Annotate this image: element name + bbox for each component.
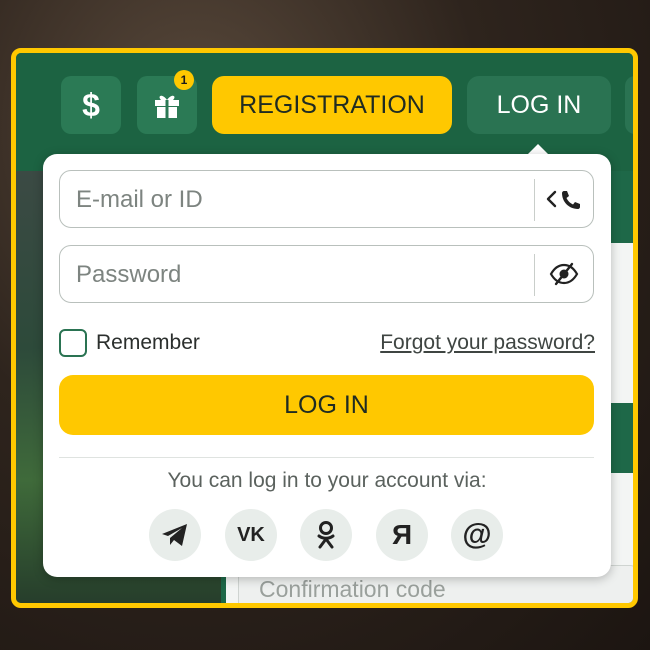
header-button-partial[interactable] — [625, 76, 633, 134]
login-header-button[interactable]: LOG IN — [467, 76, 611, 134]
forgot-password-link[interactable]: Forgot your password? — [380, 331, 595, 355]
remember-label: Remember — [96, 331, 200, 354]
toggle-password-visibility-button[interactable] — [535, 246, 593, 302]
email-input[interactable] — [74, 171, 518, 229]
vk-login-button[interactable]: VK — [225, 509, 277, 561]
gift-icon — [155, 95, 179, 118]
eye-slash-icon — [549, 262, 579, 286]
telegram-icon — [162, 524, 187, 546]
phone-switch-icon — [546, 190, 580, 209]
yandex-icon: Я — [391, 519, 413, 550]
login-submit-button[interactable]: LOG IN — [59, 375, 594, 435]
login-popup: Remember Forgot your password? LOG IN Yo… — [43, 154, 611, 577]
dollar-icon: $ — [82, 86, 100, 123]
vk-icon: VK — [237, 523, 265, 546]
bonus-gift-button[interactable]: 1 — [137, 70, 197, 134]
password-input[interactable] — [74, 246, 518, 304]
mailru-login-button[interactable]: @ — [451, 509, 503, 561]
yandex-login-button[interactable]: Я — [376, 509, 428, 561]
remember-checkbox[interactable] — [59, 329, 87, 357]
registration-button[interactable]: REGISTRATION — [212, 76, 452, 134]
telegram-login-button[interactable] — [149, 509, 201, 561]
email-field[interactable] — [59, 170, 594, 229]
divider — [59, 457, 594, 458]
mailru-icon: @ — [462, 518, 492, 551]
password-field[interactable] — [59, 245, 594, 304]
switch-to-phone-button[interactable] — [535, 171, 593, 227]
odnoklassniki-login-button[interactable] — [300, 509, 352, 561]
gift-count-badge: 1 — [174, 70, 194, 90]
social-login-caption: You can log in to your account via: — [167, 469, 487, 492]
deposit-button[interactable]: $ — [61, 76, 121, 134]
odnoklassniki-icon — [317, 521, 335, 549]
